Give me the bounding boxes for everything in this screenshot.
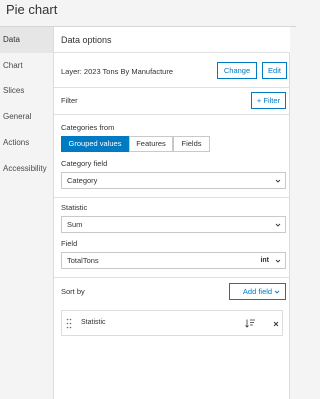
- filter-label: Filter: [61, 96, 78, 105]
- categories-from-label: Categories from: [61, 123, 115, 132]
- field-select[interactable]: TotalTons int: [61, 252, 286, 269]
- category-field-label: Category field: [61, 159, 108, 168]
- divider: [54, 87, 290, 88]
- change-button[interactable]: Change: [217, 62, 257, 79]
- sort-descending-icon[interactable]: [245, 319, 256, 328]
- sidebar: Data Chart Slices General Actions Access…: [0, 27, 53, 399]
- sidebar-item-chart[interactable]: Chart: [0, 53, 53, 79]
- scrollbar[interactable]: [290, 27, 296, 399]
- sort-item: Statistic: [61, 310, 283, 336]
- sort-by-label: Sort by: [61, 287, 85, 296]
- chevron-down-icon: [275, 179, 281, 183]
- sidebar-item-accessibility[interactable]: Accessibility: [0, 156, 53, 182]
- add-filter-button[interactable]: + Filter: [251, 92, 286, 109]
- chevron-down-icon: [274, 290, 280, 294]
- segment-grouped-values[interactable]: Grouped values: [61, 136, 129, 152]
- chevron-down-icon: [275, 223, 281, 227]
- chevron-down-icon: [275, 259, 281, 263]
- field-value: TotalTons: [67, 256, 99, 265]
- statistic-select[interactable]: Sum: [61, 216, 286, 233]
- close-icon[interactable]: [273, 321, 279, 327]
- sort-item-label: Statistic: [81, 319, 106, 326]
- add-field-button[interactable]: Add field: [229, 283, 286, 300]
- data-options-panel: Data options Layer: 2023 Tons By Manufac…: [53, 27, 290, 399]
- segment-fields[interactable]: Fields: [173, 136, 210, 152]
- divider: [54, 277, 290, 278]
- panel-header: Data options: [54, 27, 290, 53]
- segment-features[interactable]: Features: [129, 136, 173, 152]
- statistic-value: Sum: [67, 220, 83, 229]
- statistic-label: Statistic: [61, 203, 88, 212]
- sidebar-item-actions[interactable]: Actions: [0, 130, 53, 156]
- add-field-label: Add field: [242, 287, 273, 296]
- layer-label: Layer: 2023 Tons By Manufacture: [61, 67, 174, 76]
- panel-title: Pie chart: [6, 2, 58, 17]
- category-field-value: Category: [67, 176, 98, 185]
- divider: [54, 114, 290, 115]
- sidebar-item-slices[interactable]: Slices: [0, 78, 53, 104]
- field-type-badge: int: [260, 257, 269, 264]
- category-field-select[interactable]: Category: [61, 172, 286, 189]
- field-label: Field: [61, 239, 78, 248]
- divider: [54, 197, 290, 198]
- drag-handle-icon[interactable]: [66, 318, 72, 329]
- sidebar-item-data[interactable]: Data: [0, 27, 53, 53]
- sidebar-item-general[interactable]: General: [0, 104, 53, 130]
- edit-button[interactable]: Edit: [262, 62, 287, 79]
